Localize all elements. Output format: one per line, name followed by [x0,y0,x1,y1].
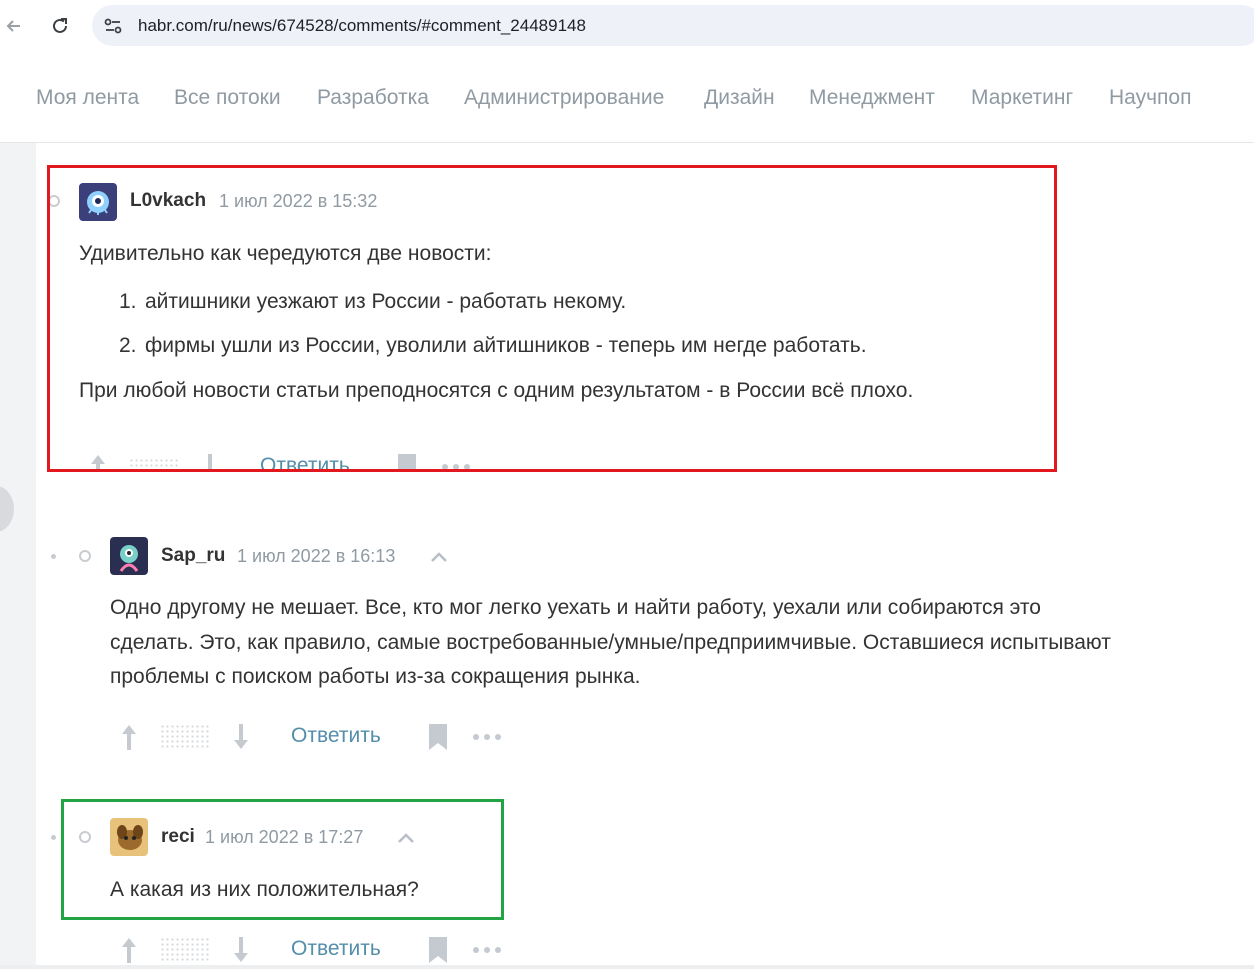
comment-actions: Ответить [119,722,519,762]
hub-development[interactable]: Разработка [317,86,429,110]
bookmark-icon[interactable] [427,935,449,965]
hub-marketing[interactable]: Маркетинг [971,86,1073,110]
vote-up-icon[interactable] [119,722,139,752]
comment-date[interactable]: 1 июл 2022 в 17:27 [205,827,363,848]
comment-paragraph: При любой новости статьи преподносятся с… [79,378,914,402]
list-item: 2. фирмы ушли из России, уволили айтишник… [119,333,867,357]
vote-down-icon[interactable] [200,452,220,472]
parent-comment-arrow-icon[interactable] [397,832,415,844]
comment-paragraph: А какая из них положительная? [110,878,419,901]
comment-author[interactable]: L0vkach [130,190,206,212]
hub-administration[interactable]: Администрирование [464,86,664,110]
comment-body: А какая из них положительная? [110,873,490,908]
avatar[interactable] [110,818,148,856]
vote-score [160,937,210,961]
comment-author[interactable]: Sap_ru [161,545,225,567]
vote-up-icon[interactable] [88,452,108,472]
vote-down-icon[interactable] [231,722,251,752]
thread-dot-icon [51,835,56,840]
comment-line: Одно другому не мешает. Все, кто мог лег… [110,596,1041,619]
avatar[interactable] [79,183,117,221]
thread-marker-icon [48,195,60,207]
vote-score [129,458,179,472]
site-info-icon[interactable] [102,15,124,37]
comment-paragraph: Удивительно как чередуются две новости: [79,242,492,265]
reload-icon[interactable] [46,12,74,40]
comment-author[interactable]: reci [161,826,195,848]
browser-toolbar: habr.com/ru/news/674528/comments/#commen… [0,0,1254,52]
comment-list: 1. айтишники уезжают из России - работать… [119,280,1039,368]
more-options-icon[interactable] [441,462,471,472]
bottom-divider [0,965,1254,969]
reply-link[interactable]: Ответить [260,454,350,472]
avatar[interactable] [110,537,148,575]
hub-my-feed[interactable]: Моя лента [36,86,139,110]
hub-popsci[interactable]: Научпоп [1109,86,1191,110]
list-item: 1. айтишники уезжают из России - работать… [119,289,627,313]
comment-body: Одно другому не мешает. Все, кто мог лег… [110,591,1250,695]
more-options-icon[interactable] [472,732,502,742]
comment-line: сделать. Это, как правило, самые востреб… [110,630,1111,654]
hubs-navigation: Моя лента Все потоки Разработка Админист… [0,52,1254,143]
vote-up-icon[interactable] [119,935,139,965]
vote-down-icon[interactable] [231,935,251,965]
bookmark-icon[interactable] [427,722,449,752]
hub-management[interactable]: Менеджмент [809,86,935,110]
comment-line: проблемы с поиском работы из-за сокращен… [110,665,641,688]
bookmark-icon[interactable] [396,452,418,472]
vote-score [160,724,210,748]
comment-body: Удивительно как чередуются две новости: … [79,237,1039,408]
comment-actions: Ответить [119,935,519,965]
hub-all-streams[interactable]: Все потоки [174,86,281,110]
url-text: habr.com/ru/news/674528/comments/#commen… [138,16,586,35]
back-arrow-icon[interactable] [0,12,28,40]
comment-date[interactable]: 1 июл 2022 в 16:13 [237,546,395,567]
thread-gutter [0,143,36,969]
comment-date[interactable]: 1 июл 2022 в 15:32 [219,191,377,212]
parent-comment-arrow-icon[interactable] [430,551,448,563]
comment-actions: Ответить [88,452,488,472]
hub-design[interactable]: Дизайн [704,86,775,110]
reply-link[interactable]: Ответить [291,724,381,748]
thread-marker-icon [79,550,91,562]
address-bar[interactable]: habr.com/ru/news/674528/comments/#commen… [92,5,1254,46]
thread-marker-icon [79,831,91,843]
reply-link[interactable]: Ответить [291,937,381,961]
more-options-icon[interactable] [472,945,502,955]
thread-dot-icon [51,554,56,559]
